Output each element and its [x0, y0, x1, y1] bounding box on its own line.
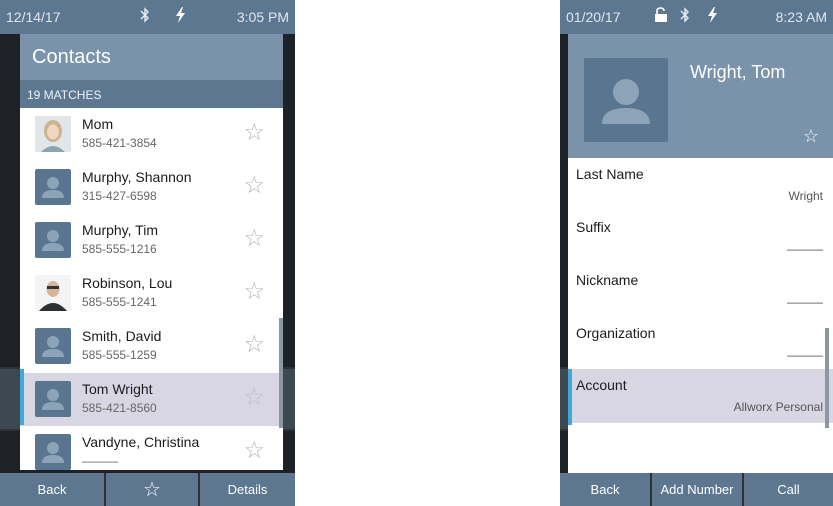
favorite-star-icon[interactable]: ☆: [243, 227, 265, 251]
selection-accent: [20, 369, 24, 425]
match-count: 19 MATCHES: [27, 88, 102, 102]
details-button[interactable]: Details: [200, 473, 295, 506]
favorite-star-icon[interactable]: ☆: [243, 333, 265, 357]
field-nickname[interactable]: Nickname ———: [568, 264, 833, 318]
contact-row[interactable]: Murphy, Tim 585-555-1216 ☆: [20, 214, 283, 268]
contact-phone: 315-427-6598: [82, 189, 157, 203]
contact-detail-screen: 01/20/17 8:23 AM Wright, Tom ☆ Last Name…: [560, 0, 833, 506]
field-account-selected[interactable]: Account Allworx Personal: [568, 369, 833, 423]
back-button-label: Back: [590, 482, 620, 497]
default-avatar-icon: [35, 328, 71, 364]
contact-row[interactable]: Murphy, Shannon 315-427-6598 ☆: [20, 161, 283, 215]
back-button-label: Back: [37, 482, 67, 497]
scrollbar[interactable]: [279, 318, 283, 428]
contact-name: Tom Wright: [82, 381, 153, 397]
favorite-star-icon[interactable]: ☆: [803, 126, 819, 147]
contacts-list-screen: 12/14/17 3:05 PM Contacts 19 MATCHES Mom: [0, 0, 295, 506]
favorite-star-icon[interactable]: ☆: [243, 439, 265, 463]
details-button-label: Details: [227, 482, 268, 497]
back-button[interactable]: Back: [0, 473, 104, 506]
status-bar: 12/14/17 3:05 PM: [0, 0, 295, 34]
field-label: Suffix: [576, 219, 611, 235]
contact-fields: Last Name Wright Suffix ——— Nickname ———…: [568, 158, 833, 473]
default-avatar-icon: [584, 58, 668, 142]
field-value: ———: [787, 295, 823, 309]
field-organization[interactable]: Organization ———: [568, 317, 833, 371]
favorite-star-icon[interactable]: ☆: [243, 280, 265, 304]
contact-row[interactable]: Mom 585-421-3854 ☆: [20, 108, 283, 162]
contact-phone: 585-555-1241: [82, 295, 157, 309]
softkey-bar: Back Add Number Call: [560, 473, 833, 506]
softkey-bar: Back ☆ Details: [0, 473, 295, 506]
field-suffix[interactable]: Suffix ———: [568, 211, 833, 265]
contact-phone: ———: [82, 454, 118, 468]
field-value: ———: [787, 348, 823, 362]
field-last-name[interactable]: Last Name Wright: [568, 158, 833, 212]
contact-phone: 585-555-1216: [82, 242, 157, 256]
scrollbar[interactable]: [825, 328, 829, 428]
field-value: ———: [787, 242, 823, 256]
contact-row[interactable]: Vandyne, Christina ——— ☆: [20, 426, 283, 470]
avatar-photo-woman: [35, 116, 71, 152]
power-bolt-icon: [706, 7, 718, 23]
bluetooth-icon: [140, 7, 150, 23]
default-avatar-icon: [35, 222, 71, 258]
status-date: 12/14/17: [6, 9, 61, 25]
contact-phone: 585-555-1259: [82, 348, 157, 362]
status-time: 3:05 PM: [236, 9, 289, 25]
field-label: Organization: [576, 325, 656, 341]
field-label: Nickname: [576, 272, 639, 288]
status-bar: 01/20/17 8:23 AM: [560, 0, 833, 34]
contact-row[interactable]: Robinson, Lou 585-555-1241 ☆: [20, 267, 283, 321]
contact-phone: 585-421-3854: [82, 136, 157, 150]
contact-name: Smith, David: [82, 328, 162, 344]
field-value: Wright: [788, 189, 823, 203]
power-bolt-icon: [174, 7, 186, 23]
field-label: Account: [576, 377, 627, 393]
contact-name: Robinson, Lou: [82, 275, 173, 291]
page-title: Contacts: [32, 46, 111, 68]
default-avatar-icon: [35, 434, 71, 470]
favorite-star-icon[interactable]: ☆: [243, 386, 265, 410]
call-button-label: Call: [777, 482, 800, 497]
favorite-star-icon[interactable]: ☆: [243, 121, 265, 145]
add-number-button[interactable]: Add Number: [652, 473, 742, 506]
contact-row[interactable]: Smith, David 585-555-1259 ☆: [20, 320, 283, 374]
unlock-icon: [654, 7, 668, 23]
status-date: 01/20/17: [566, 9, 621, 25]
page-title-bar: Contacts: [20, 34, 283, 80]
selection-accent: [568, 369, 572, 425]
status-time: 8:23 AM: [775, 9, 827, 25]
contact-name: Mom: [82, 116, 114, 132]
contact-name: Vandyne, Christina: [82, 434, 200, 450]
avatar-photo-man: [35, 275, 71, 311]
contact-phone: 585-421-8560: [82, 401, 157, 415]
favorite-star-icon[interactable]: ☆: [243, 174, 265, 198]
default-avatar-icon: [35, 381, 71, 417]
profile-name: Wright, Tom: [690, 62, 786, 82]
match-count-bar: 19 MATCHES: [20, 80, 283, 108]
field-label: Last Name: [576, 166, 644, 182]
contact-name: Murphy, Shannon: [82, 169, 192, 185]
favorite-star-icon: ☆: [143, 479, 161, 501]
call-button[interactable]: Call: [744, 473, 833, 506]
field-value: Allworx Personal: [733, 400, 823, 414]
default-avatar-icon: [35, 169, 71, 205]
back-button[interactable]: Back: [560, 473, 650, 506]
contact-name: Murphy, Tim: [82, 222, 158, 238]
add-number-button-label: Add Number: [660, 482, 734, 497]
profile-header: Wright, Tom ☆: [568, 34, 833, 158]
bluetooth-icon: [680, 7, 690, 23]
contact-row-selected[interactable]: Tom Wright 585-421-8560 ☆: [20, 373, 283, 427]
favorite-button[interactable]: ☆: [106, 473, 198, 506]
contact-list: Mom 585-421-3854 ☆ Murphy, Shannon 315-4…: [20, 108, 283, 470]
